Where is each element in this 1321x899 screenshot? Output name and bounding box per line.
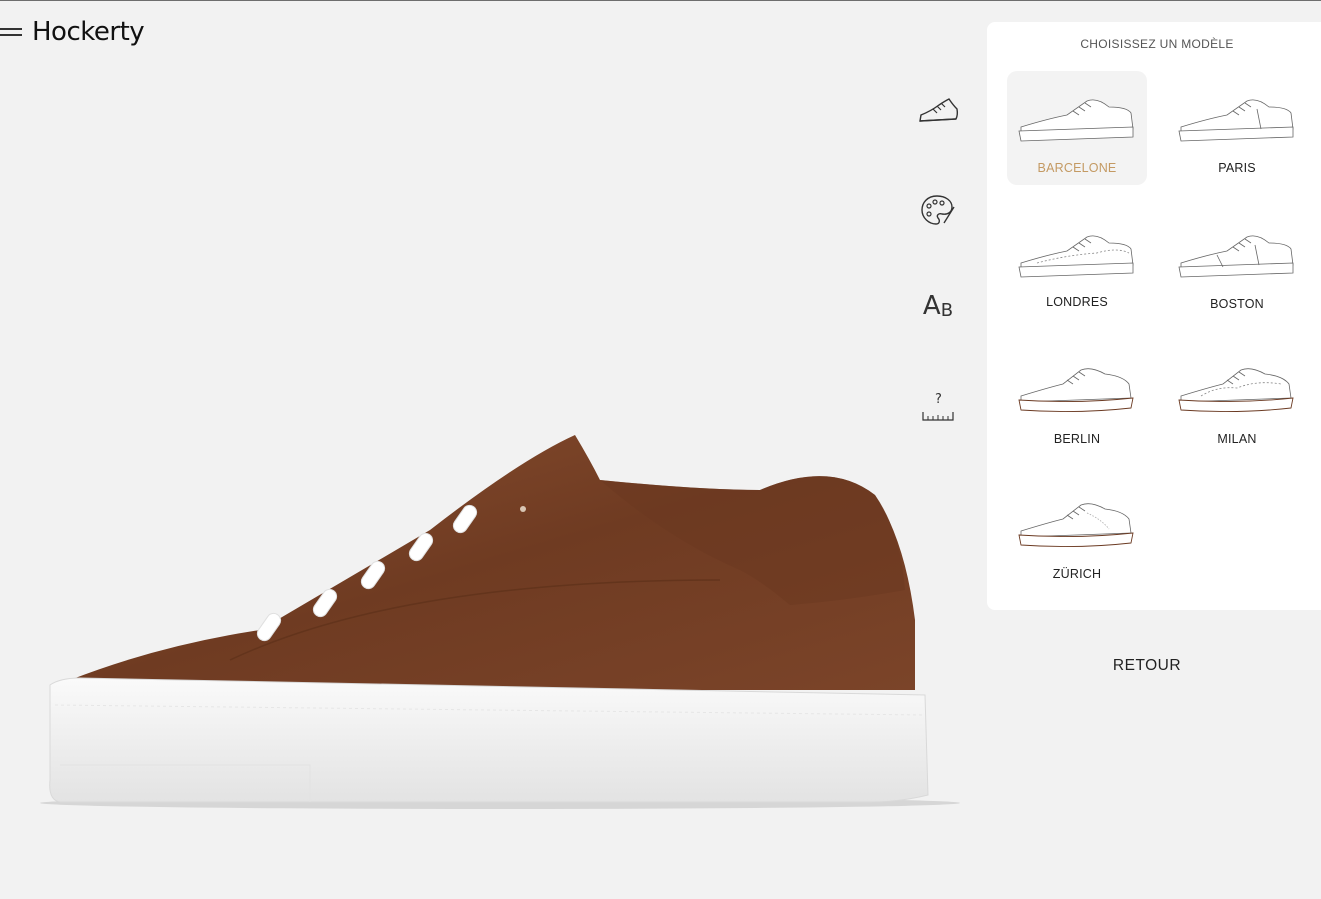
shoe-thumbnail-icon bbox=[1018, 235, 1134, 278]
header: Hockerty bbox=[0, 14, 145, 50]
hamburger-menu-icon[interactable] bbox=[0, 25, 22, 39]
sneaker-model-icon[interactable] bbox=[910, 82, 966, 138]
model-selector-panel: CHOISISSEZ UN MODÈLE BARCELONE PARIS LON… bbox=[987, 22, 1321, 610]
shoe-thumbnail-icon bbox=[1178, 368, 1294, 413]
sneaker-image bbox=[40, 435, 960, 809]
model-option-barcelone[interactable]: BARCELONE bbox=[1007, 71, 1147, 185]
model-option-paris[interactable]: PARIS bbox=[1167, 71, 1307, 185]
model-option-milan[interactable]: MILAN bbox=[1167, 342, 1307, 456]
panel-title: CHOISISSEZ UN MODÈLE bbox=[1080, 37, 1234, 51]
model-option-zurich[interactable]: ZÜRICH bbox=[1007, 477, 1147, 591]
shoe-preview bbox=[0, 60, 980, 899]
model-option-berlin[interactable]: BERLIN bbox=[1007, 342, 1147, 456]
shoe-thumbnail-icon bbox=[1018, 503, 1134, 548]
size-ruler-icon[interactable]: ? bbox=[910, 378, 966, 434]
top-border bbox=[0, 0, 1321, 1]
monogram-text-icon[interactable]: AB bbox=[910, 278, 966, 334]
size-help-glyph: ? bbox=[935, 392, 942, 407]
palette-icon[interactable] bbox=[910, 182, 966, 238]
shoe-thumbnail-icon bbox=[1178, 235, 1294, 278]
back-button[interactable]: RETOUR bbox=[1080, 650, 1214, 682]
model-option-boston[interactable]: BOSTON bbox=[1167, 207, 1307, 321]
shoe-thumbnail-icon bbox=[1018, 368, 1134, 413]
model-option-londres[interactable]: LONDRES bbox=[1007, 207, 1147, 321]
shoe-thumbnail-icon bbox=[1178, 99, 1294, 142]
brand-logo[interactable]: Hockerty bbox=[32, 17, 145, 47]
shoe-thumbnail-icon bbox=[1018, 99, 1134, 142]
